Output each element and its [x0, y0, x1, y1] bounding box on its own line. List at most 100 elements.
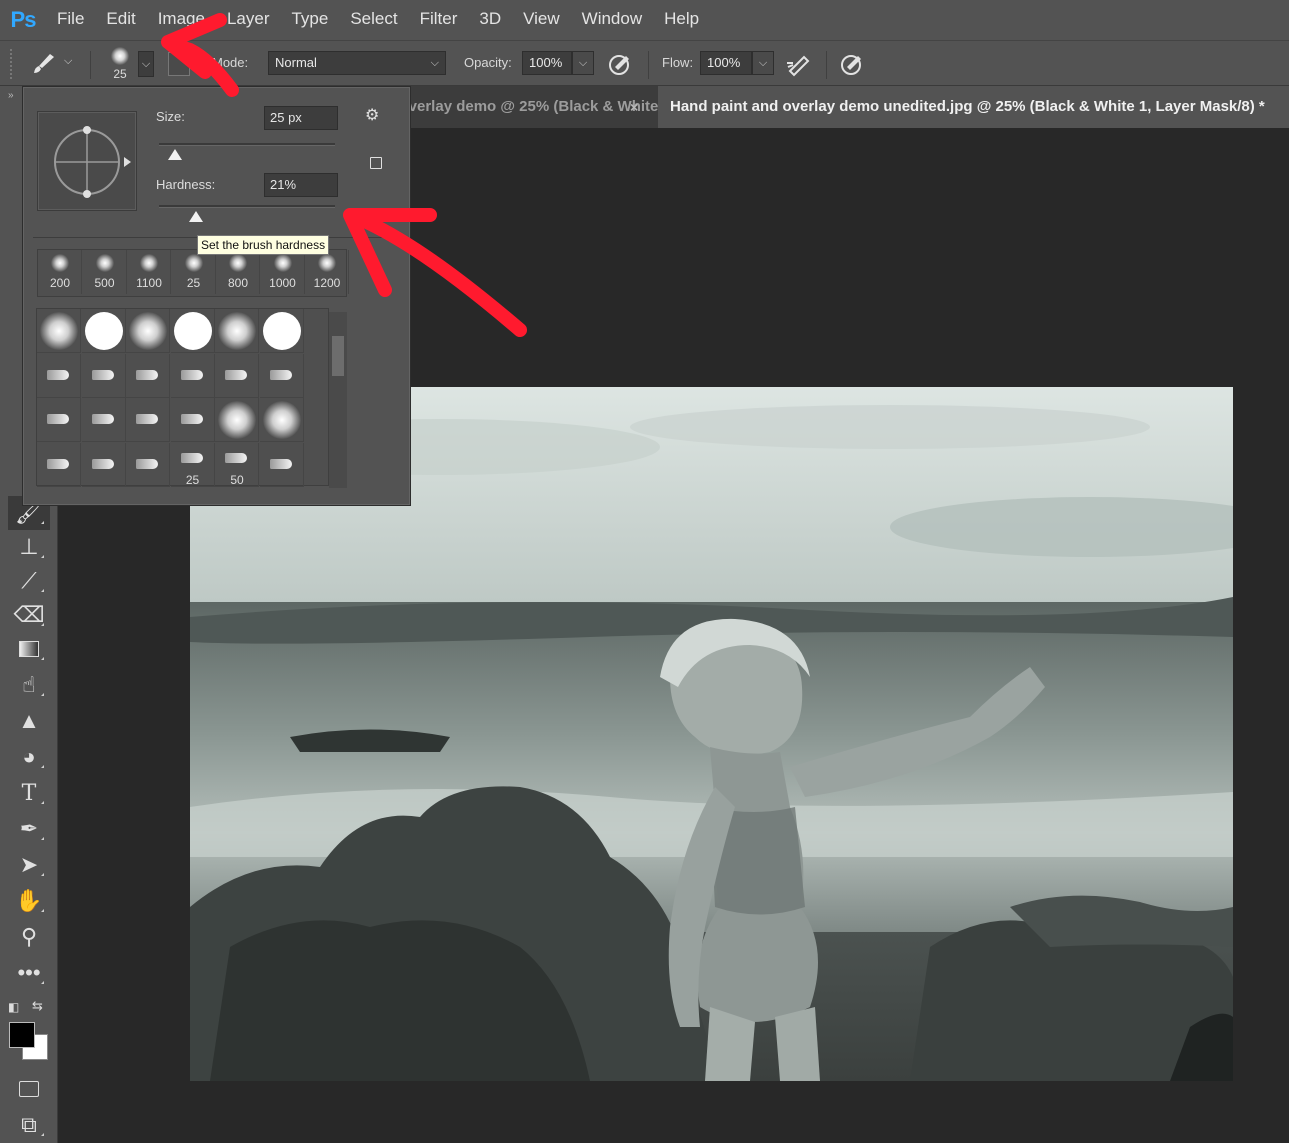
menu-filter[interactable]: Filter — [409, 0, 469, 40]
pressure-size-icon[interactable] — [838, 51, 866, 77]
brush-preset[interactable] — [37, 442, 81, 487]
brush-preset[interactable] — [215, 398, 259, 442]
gear-icon[interactable]: ⚙ — [365, 105, 379, 125]
hand-tool-button[interactable]: ✋ — [8, 884, 50, 918]
menu-help[interactable]: Help — [653, 0, 710, 40]
brush-preset[interactable] — [81, 309, 126, 353]
pen-tool-button[interactable]: ✒ — [8, 812, 50, 846]
menu-edit[interactable]: Edit — [95, 0, 146, 40]
opacity-label: Opacity: — [464, 55, 512, 70]
type-tool-button[interactable]: T — [8, 776, 50, 810]
menu-window[interactable]: Window — [571, 0, 653, 40]
screen-mode-button[interactable]: ⧉ — [8, 1108, 50, 1142]
brush-preset[interactable] — [126, 353, 170, 398]
brush-preset[interactable] — [259, 398, 304, 442]
hard-brush-tip-icon — [262, 312, 301, 350]
document-tab-inactive[interactable]: Hand paint and overlay demo @ 25% (Black… — [405, 86, 660, 128]
brush-preset[interactable] — [37, 398, 81, 442]
menu-type[interactable]: Type — [280, 0, 339, 40]
brush-preset[interactable] — [126, 442, 170, 487]
swap-colors-icon[interactable]: ⇆ — [32, 998, 43, 1014]
brush-preset[interactable]: 25 — [170, 442, 215, 487]
recent-brush-preset[interactable]: 1000 — [261, 250, 305, 294]
size-slider-thumb[interactable] — [167, 149, 182, 160]
recent-brush-preset[interactable]: 200 — [38, 250, 82, 294]
sharpen-tool-button[interactable]: ▲ — [8, 704, 50, 738]
blur-tool-button[interactable]: ☝ — [8, 668, 50, 702]
magnifier-icon: ⚲ — [20, 924, 38, 949]
brush-presets-list: 25 50 — [36, 308, 329, 487]
hardness-slider-thumb[interactable] — [188, 211, 203, 222]
menu-view[interactable]: View — [512, 0, 571, 40]
document-tab-active[interactable]: Hand paint and overlay demo unedited.jpg… — [658, 86, 1289, 128]
menu-3d[interactable]: 3D — [468, 0, 512, 40]
ellipsis-icon: ••• — [17, 960, 41, 985]
presets-scrollbar-thumb[interactable] — [332, 336, 344, 376]
divider — [826, 51, 827, 79]
brush-preset[interactable] — [126, 309, 170, 353]
airbrush-icon[interactable] — [784, 51, 814, 77]
menu-layer[interactable]: Layer — [216, 0, 281, 40]
clone-stamp-tool-button[interactable]: ⊥ — [8, 530, 50, 564]
brush-preset[interactable] — [170, 398, 215, 442]
size-input[interactable]: 25 px — [264, 106, 338, 130]
path-selection-tool-button[interactable]: ➤ — [8, 848, 50, 882]
opacity-dropdown-button[interactable]: ⌵ — [572, 51, 594, 75]
bristle-brush-tip-icon — [91, 414, 114, 424]
brush-picker-open-button[interactable]: ⌵ — [138, 51, 154, 77]
presets-scrollbar[interactable] — [329, 312, 347, 488]
brush-preset[interactable] — [259, 309, 304, 353]
opacity-input[interactable]: 100% — [522, 51, 572, 75]
new-preset-icon[interactable] — [370, 157, 382, 169]
bristle-brush-tip-icon — [180, 452, 203, 463]
options-bar-grip[interactable] — [10, 49, 14, 79]
menu-select[interactable]: Select — [339, 0, 408, 40]
default-colors-icon[interactable]: ◧ — [8, 1000, 19, 1014]
brush-preset[interactable] — [259, 353, 304, 398]
recent-brush-preset[interactable]: 1200 — [305, 250, 349, 294]
brush-preset-picker-button[interactable]: 25 — [106, 45, 134, 85]
divider — [648, 51, 649, 79]
brush-preset[interactable] — [170, 309, 215, 353]
brush-preset[interactable] — [215, 309, 259, 353]
recent-brush-preset[interactable]: 800 — [216, 250, 260, 294]
more-tools-button[interactable]: ••• — [8, 956, 50, 990]
bristle-brush-tip-icon — [136, 458, 158, 469]
collapse-panel-icon[interactable]: » — [8, 90, 14, 101]
brush-angle-preview[interactable] — [37, 111, 137, 211]
brush-preset[interactable] — [37, 309, 81, 353]
brush-preset[interactable]: 50 — [215, 442, 259, 487]
recent-brush-preset[interactable]: 500 — [83, 250, 127, 294]
zoom-tool-button[interactable]: ⚲ — [8, 920, 50, 954]
brush-preset[interactable] — [37, 353, 81, 398]
dodge-tool-button[interactable]: ◕ — [8, 740, 50, 774]
eraser-tool-button[interactable]: ⌫ — [8, 598, 50, 632]
history-brush-tool-button[interactable]: ⟋ — [8, 564, 50, 598]
brush-preset[interactable] — [259, 442, 304, 487]
recent-brush-preset[interactable]: 1100 — [127, 250, 171, 294]
recent-brush-preset[interactable]: 25 — [172, 250, 216, 294]
hardness-input[interactable]: 21% — [264, 173, 338, 197]
gradient-tool-button[interactable] — [8, 632, 50, 666]
pressure-opacity-icon[interactable] — [606, 51, 634, 77]
blend-mode-select[interactable]: Normal ⌵ — [268, 51, 446, 75]
menu-image[interactable]: Image — [147, 0, 216, 40]
brush-preset[interactable] — [81, 353, 126, 398]
hardness-slider[interactable] — [159, 205, 335, 208]
brush-preset[interactable] — [81, 442, 126, 487]
brush-preset[interactable] — [170, 353, 215, 398]
dodge-icon: ◕ — [22, 744, 36, 769]
brush-preset[interactable] — [126, 398, 170, 442]
menu-file[interactable]: File — [46, 0, 95, 40]
brush-panel-toggle-icon[interactable] — [168, 52, 190, 76]
quick-mask-button[interactable] — [8, 1072, 50, 1106]
flow-input[interactable]: 100% — [700, 51, 752, 75]
close-tab-icon[interactable]: × — [630, 86, 638, 128]
brush-preset[interactable] — [81, 398, 126, 442]
foreground-color-swatch[interactable] — [9, 1022, 35, 1048]
tool-preset-chevron-icon[interactable]: ⌵ — [64, 55, 72, 68]
brush-preset[interactable] — [215, 353, 259, 398]
brush-tool-icon[interactable] — [28, 51, 60, 77]
flow-dropdown-button[interactable]: ⌵ — [752, 51, 774, 75]
size-slider[interactable] — [159, 143, 335, 146]
